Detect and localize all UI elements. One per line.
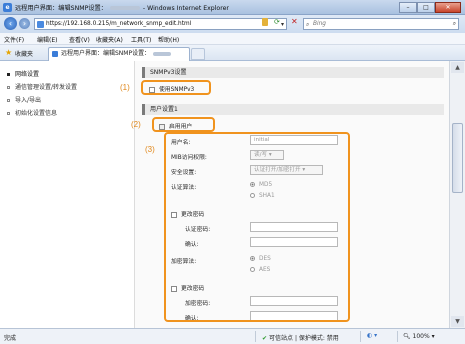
status-divider <box>397 331 398 342</box>
vertical-scrollbar[interactable]: ▲ ▼ <box>449 61 465 328</box>
sidebar-item-initialize[interactable]: 初始化设置信息 <box>7 108 57 117</box>
sidebar-item-label: 网络设置 <box>15 71 40 78</box>
main-panel: SNMPv3设置 使用SNMPv3 用户设置1 启用用户 用户名: initia… <box>134 61 449 328</box>
scroll-up-icon[interactable]: ▲ <box>451 62 464 73</box>
bullet-icon <box>7 73 10 76</box>
close-button[interactable]: ✕ <box>435 2 461 13</box>
bullet-icon <box>7 99 10 102</box>
callout-label-2: (2) <box>131 120 141 129</box>
page-content: 网络设置 通信管理设置/转发设置 导入/导出 初始化设置信息 SNMPv3设置 … <box>0 61 465 328</box>
window-title: 远程用户界面：编辑SNMP设置： - Windows Internet Explo… <box>15 3 229 12</box>
sidebar-item-comm-settings[interactable]: 通信管理设置/转发设置 <box>7 82 77 91</box>
address-field[interactable]: https://192.168.0.215/m_network_snmp_edi… <box>34 18 287 30</box>
stop-icon[interactable]: ✕ <box>291 17 298 26</box>
back-button[interactable]: ‹ <box>4 17 17 30</box>
menu-view[interactable]: 查看(V) <box>69 35 90 44</box>
redacted-text <box>109 6 140 10</box>
favorites-star-icon[interactable]: ★ <box>5 48 12 57</box>
window-controls: – □ ✕ <box>399 2 461 13</box>
window-title-suffix: - Windows Internet Explorer <box>142 5 229 12</box>
refresh-icon[interactable]: ⟳ <box>274 18 280 27</box>
search-placeholder: Bing <box>313 21 326 27</box>
security-zone-label: 可信站点 | 保护模式: 禁用 <box>269 335 339 342</box>
forward-button[interactable]: › <box>19 18 30 29</box>
callout-label-1: (1) <box>120 83 130 92</box>
scroll-thumb[interactable] <box>452 123 463 193</box>
globe-settings-icon[interactable]: ◐ ▾ <box>367 332 377 339</box>
callout-box-3 <box>164 132 350 322</box>
snmpv3-section-header: SNMPv3设置 <box>142 67 444 78</box>
sidebar-item-network-settings[interactable]: 网络设置 <box>7 69 39 78</box>
search-icon: ⌕ <box>306 21 310 28</box>
menu-edit[interactable]: 编辑(E) <box>37 35 57 44</box>
new-tab-button[interactable] <box>191 48 205 60</box>
zoom-level: 100% <box>412 333 430 340</box>
browser-tab[interactable]: 远程用户界面：编辑SNMP设置： <box>48 47 190 61</box>
sidebar-item-label: 初始化设置信息 <box>15 110 58 117</box>
user-section-header: 用户设置1 <box>142 104 444 115</box>
search-go-icon[interactable]: ⌕ <box>453 19 456 29</box>
search-field[interactable]: ⌕ Bing ⌕ <box>303 18 459 30</box>
callout-box-2 <box>152 117 215 132</box>
window-title-prefix: 远程用户界面：编辑SNMP设置： <box>15 5 107 12</box>
security-zone[interactable]: ✔ 可信站点 | 保护模式: 禁用 <box>262 333 339 342</box>
bullet-icon <box>7 112 10 115</box>
favorites-bar: ★ 收藏夹 远程用户界面：编辑SNMP设置： <box>0 45 465 61</box>
maximize-button[interactable]: □ <box>417 2 435 13</box>
lock-icon[interactable] <box>262 18 268 26</box>
tab-page-icon <box>52 51 58 57</box>
page-icon <box>37 21 44 28</box>
menu-bar: 文件(F) 编辑(E) 查看(V) 收藏夹(A) 工具(T) 帮助(H) <box>0 33 465 45</box>
tab-title: 远程用户界面：编辑SNMP设置： <box>61 50 151 57</box>
address-url: https://192.168.0.215/m_network_snmp_edi… <box>46 21 192 27</box>
sidebar-item-label: 导入/导出 <box>15 97 42 104</box>
zoom-control[interactable]: 🔍︎ 100% ▾ <box>403 333 435 340</box>
ie-app-icon: e <box>3 3 12 12</box>
address-dropdown-icon[interactable]: ▾ <box>281 19 284 30</box>
sidebar-item-import-export[interactable]: 导入/导出 <box>7 95 41 104</box>
sidebar-item-label: 通信管理设置/转发设置 <box>15 84 78 91</box>
check-icon: ✔ <box>262 335 268 342</box>
menu-file[interactable]: 文件(F) <box>4 35 24 44</box>
redacted-text <box>153 51 172 56</box>
status-divider <box>360 331 361 342</box>
menu-favorites[interactable]: 收藏夹(A) <box>96 35 123 44</box>
bullet-icon <box>7 86 10 89</box>
status-divider <box>255 331 256 342</box>
callout-label-3: (3) <box>145 145 155 154</box>
status-bar: 完成 ✔ 可信站点 | 保护模式: 禁用 ◐ ▾ 🔍︎ 100% ▾ <box>0 328 465 344</box>
status-text: 完成 <box>4 335 17 342</box>
menu-tools[interactable]: 工具(T) <box>131 35 151 44</box>
callout-box-1 <box>141 80 211 95</box>
menu-help[interactable]: 帮助(H) <box>158 35 179 44</box>
minimize-button[interactable]: – <box>399 2 417 13</box>
favorites-label[interactable]: 收藏夹 <box>15 49 33 58</box>
title-bar: e 远程用户界面：编辑SNMP设置： - Windows Internet Exp… <box>0 0 465 15</box>
sidebar: 网络设置 通信管理设置/转发设置 导入/导出 初始化设置信息 <box>0 61 134 328</box>
scroll-down-icon[interactable]: ▼ <box>451 316 464 327</box>
